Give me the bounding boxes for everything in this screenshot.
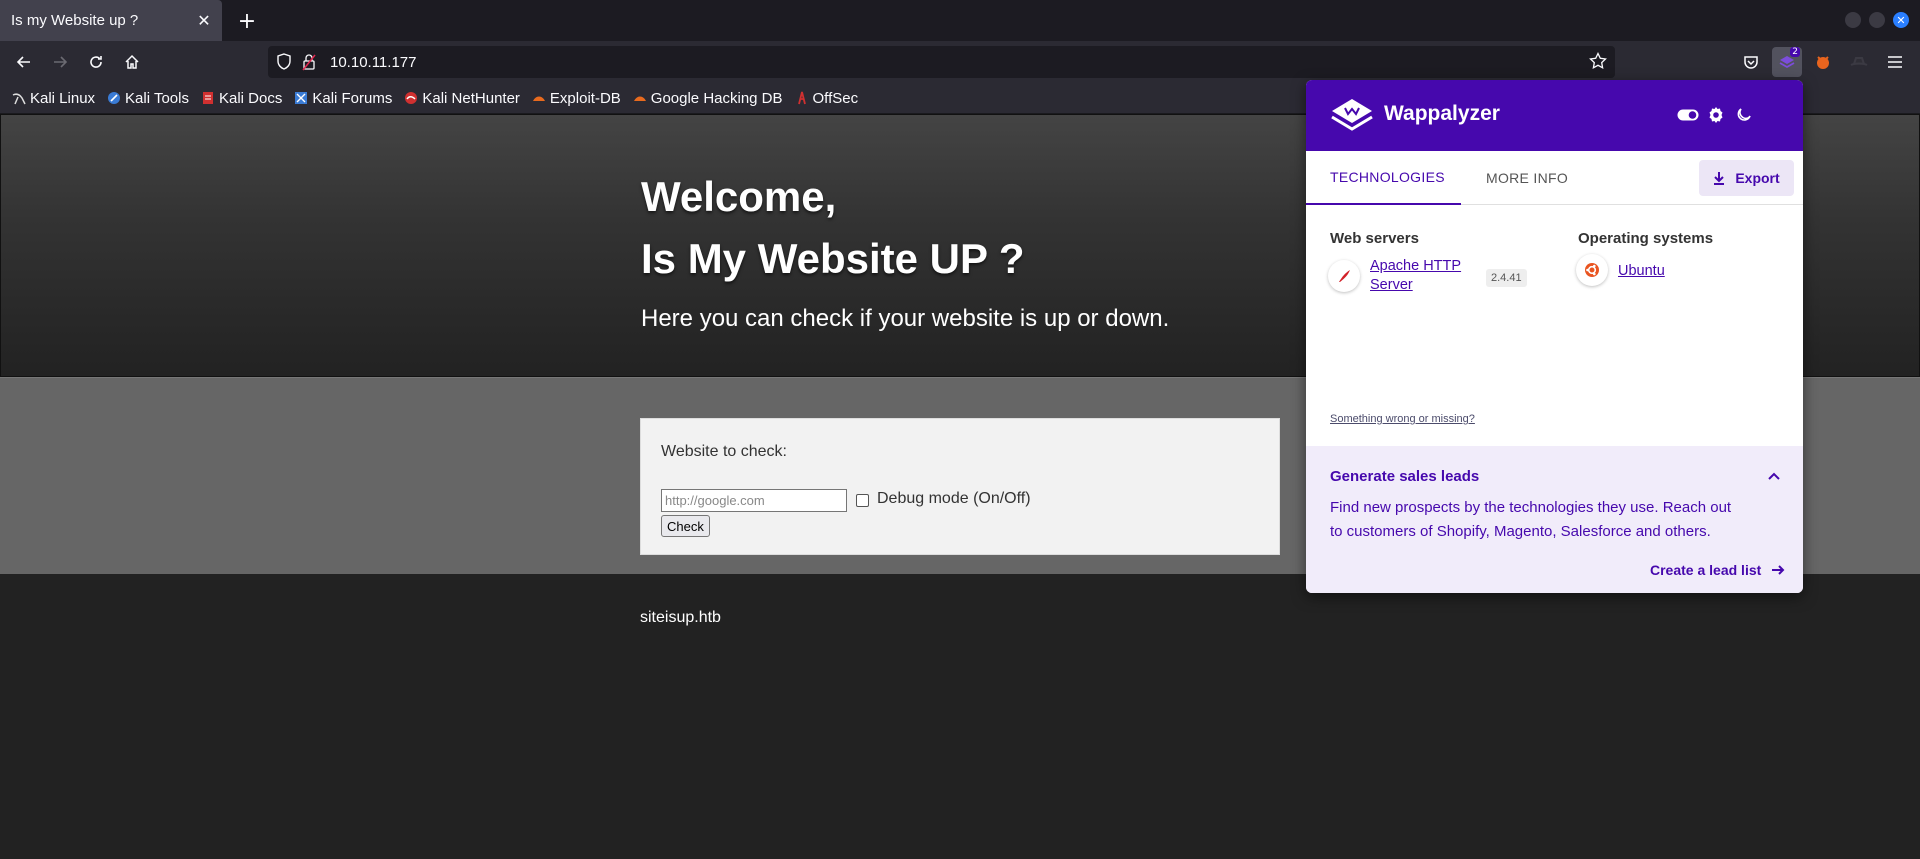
bookmark-exploit-db[interactable]: Exploit-DB (532, 90, 621, 107)
toggle-icon[interactable] (1677, 104, 1699, 126)
tab-more-info[interactable]: MORE INFO (1486, 151, 1606, 205)
bookmark-google-hacking-db[interactable]: Google Hacking DB (633, 90, 783, 107)
leads-title[interactable]: Generate sales leads (1330, 468, 1479, 485)
minimize-button[interactable] (1845, 12, 1861, 28)
bookmark-offsec[interactable]: OffSec (795, 89, 859, 107)
tab-technologies[interactable]: TECHNOLOGIES (1306, 151, 1461, 205)
navigation-toolbar: 10.10.11.177 2 (0, 41, 1920, 83)
new-tab-button[interactable]: + (233, 7, 261, 35)
wappalyzer-extension-icon[interactable]: 2 (1772, 47, 1802, 77)
kali-linux-icon (12, 91, 26, 105)
tech-link-apache[interactable]: Apache HTTP Server (1370, 257, 1461, 295)
apache-feather-icon (1328, 260, 1360, 292)
forward-arrow-icon[interactable] (45, 47, 75, 77)
something-wrong-link[interactable]: Something wrong or missing? (1330, 413, 1475, 425)
bookmark-label: Kali Tools (125, 89, 189, 107)
foxyproxy-icon[interactable] (1808, 47, 1838, 77)
cta-label: Create a lead list (1650, 562, 1762, 578)
debug-label: Debug mode (On/Off) (877, 490, 1031, 507)
close-icon[interactable]: ✕ (190, 7, 218, 35)
bookmark-label: Kali Forums (312, 89, 393, 107)
exploit-db-icon (532, 91, 546, 105)
tab-active[interactable]: Is my Website up ? ✕ (0, 0, 222, 41)
tab-strip: Is my Website up ? ✕ + ✕ (0, 0, 1920, 41)
kali-nethunter-icon (404, 91, 418, 105)
subheading: Here you can check if your website is up… (641, 305, 1170, 332)
category-operating-systems: Operating systems (1578, 230, 1714, 247)
maximize-button[interactable] (1869, 12, 1885, 28)
home-icon[interactable] (117, 47, 147, 77)
wappalyzer-logo-icon (1331, 99, 1373, 131)
bookmark-kali-linux[interactable]: Kali Linux (12, 90, 95, 107)
url-text[interactable]: 10.10.11.177 (330, 54, 416, 71)
kali-tools-icon (107, 91, 121, 105)
insecure-lock-icon[interactable] (302, 53, 316, 75)
hat-extension-icon[interactable] (1844, 47, 1874, 77)
website-input[interactable] (661, 489, 847, 512)
version-badge: 2.4.41 (1486, 269, 1527, 287)
kali-forums-icon (294, 91, 308, 105)
wappalyzer-header: Wappalyzer (1306, 80, 1803, 151)
extension-badge: 2 (1790, 47, 1800, 57)
back-arrow-icon[interactable] (9, 47, 39, 77)
bookmark-kali-forums[interactable]: Kali Forums (294, 90, 392, 107)
bookmark-label: Google Hacking DB (650, 89, 783, 107)
check-form: Website to check: Debug mode (On/Off) Ch… (640, 418, 1280, 555)
tech-link-ubuntu[interactable]: Ubuntu (1618, 262, 1665, 281)
settings-gear-icon[interactable] (1705, 104, 1727, 126)
chevron-up-icon[interactable] (1768, 468, 1780, 483)
kali-docs-icon (201, 91, 215, 105)
bookmark-label: Exploit-DB (549, 89, 621, 107)
offsec-icon (795, 91, 809, 105)
bookmark-label: OffSec (812, 89, 859, 107)
welcome-heading: Welcome, (641, 173, 837, 220)
bookmark-kali-nethunter[interactable]: Kali NetHunter (404, 90, 520, 107)
tab-title: Is my Website up ? (11, 12, 139, 29)
bookmark-kali-tools[interactable]: Kali Tools (107, 90, 189, 107)
create-lead-list-link[interactable]: Create a lead list (1650, 562, 1785, 578)
bookmark-label: Kali NetHunter (422, 89, 520, 107)
leads-description: Find new prospects by the technologies t… (1330, 499, 1732, 540)
check-button[interactable]: Check (661, 515, 710, 537)
category-web-servers: Web servers (1330, 230, 1419, 247)
reload-icon[interactable] (81, 47, 111, 77)
menu-hamburger-icon[interactable] (1880, 47, 1910, 77)
main-heading: Is My Website UP ? (641, 235, 1025, 282)
ghdb-icon (633, 91, 647, 105)
url-bar[interactable]: 10.10.11.177 (268, 46, 1615, 78)
debug-checkbox[interactable] (856, 494, 869, 507)
dark-mode-moon-icon[interactable] (1733, 104, 1755, 126)
footer-domain: siteisup.htb (640, 609, 721, 626)
export-button[interactable]: Export (1699, 160, 1794, 196)
wappalyzer-brand: Wappalyzer (1384, 102, 1500, 125)
bookmark-label: Kali Linux (30, 89, 96, 107)
tech-name-line1: Apache HTTP (1370, 258, 1462, 274)
wappalyzer-popup: Wappalyzer TECHNOLOGIES MORE INFO Export… (1306, 80, 1803, 593)
window-close-button[interactable]: ✕ (1893, 12, 1909, 28)
export-label: Export (1735, 170, 1780, 186)
arrow-right-icon (1772, 565, 1785, 575)
ubuntu-icon (1576, 254, 1608, 286)
sales-leads-panel: Generate sales leads Find new prospects … (1306, 446, 1803, 593)
tracking-shield-icon[interactable] (276, 53, 292, 75)
bookmark-label: Kali Docs (218, 89, 283, 107)
website-label: Website to check: (661, 443, 787, 460)
pocket-icon[interactable] (1736, 47, 1766, 77)
bookmark-star-icon[interactable] (1589, 51, 1607, 74)
download-icon (1714, 172, 1725, 185)
tech-name-line2: Server (1370, 277, 1413, 293)
bookmark-kali-docs[interactable]: Kali Docs (201, 90, 282, 107)
